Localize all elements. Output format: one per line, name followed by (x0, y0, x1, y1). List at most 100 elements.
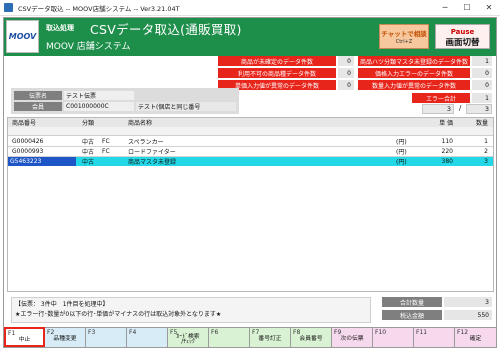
f5-card-search-button[interactable]: F5 ｶｰﾄﾞ検索 /ﾁｪｯｸ (168, 327, 209, 347)
stat-unusable-label: 利用不可の商品種データ件数 (218, 68, 336, 78)
page-total: 3 (466, 104, 492, 114)
cell-type: FC (102, 138, 110, 145)
fkey-label: ｶｰﾄﾞ検索 /ﾁｪｯｸ (176, 334, 200, 345)
fkey-number: F3 (88, 329, 96, 336)
cell-code: G0000426 (12, 138, 44, 145)
grid-header-row: 商品番号 分類 商品名称 単 価 数量 (8, 118, 493, 127)
column-header-code: 商品番号 (12, 120, 37, 127)
fkey-label: 会員番号 (299, 336, 323, 342)
table-row[interactable]: G0000426 中古 FC スペランカー (円) 110 1 (8, 137, 493, 146)
f11-button[interactable]: F11 (414, 327, 455, 347)
cell-price: 220 (441, 148, 453, 155)
status-message-line2: ★エラー行･数量が0以下の行･単価がマイナスの行は取込対象外となります★ (15, 311, 222, 318)
fkey-label: 次の伝票 (340, 336, 364, 342)
function-key-bar: F1 中止 F2 品種変更 F3 F4 F5 ｶｰﾄﾞ検索 /ﾁｪｯｸ F6 F… (4, 327, 496, 347)
cell-qty: 2 (484, 148, 488, 155)
app-window: MOOV 取込処理 CSVデータ取込(通販買取) MOOV 店舗システム チャッ… (3, 17, 497, 348)
chat-button-label: チャットで相談 (381, 30, 427, 38)
slip-name-field[interactable]: テスト伝票 (64, 91, 134, 100)
column-header-name: 商品名称 (128, 120, 153, 127)
fkey-number: F11 (416, 329, 428, 336)
page-current: 3 (422, 104, 454, 114)
total-amount-value: 550 (444, 310, 492, 320)
cell-name: スペランカー (128, 139, 164, 146)
cell-yen: (円) (396, 139, 407, 146)
cell-price: 110 (441, 138, 453, 145)
stat-unregistered-value: 1 (472, 56, 492, 66)
f4-button[interactable]: F4 (127, 327, 168, 347)
minimize-button[interactable]: ─ (434, 0, 456, 16)
fkey-number: F6 (211, 329, 219, 336)
fkey-number: F1 (8, 330, 16, 337)
fkey-number: F7 (252, 329, 260, 336)
cell-price: 380 (441, 158, 453, 165)
window-title: CSVデータ取込 -- MOOV店舗システム -- Ver3.21.04T (18, 4, 180, 13)
f6-button[interactable]: F6 (209, 327, 250, 347)
table-row-selected[interactable]: G5463223 中古 商品マスタ未登録 (円) 380 3 (8, 157, 493, 166)
fkey-label: 番号訂正 (258, 336, 282, 342)
fkey-label: 中止 (18, 337, 31, 343)
f2-change-category-button[interactable]: F2 品種変更 (45, 327, 86, 347)
status-message-line1: 【伝票： 3件中 1件目を処理中】 (15, 301, 109, 308)
page-separator: / (459, 104, 462, 112)
f7-number-correction-button[interactable]: F7 番号訂正 (250, 327, 291, 347)
status-message-box: 【伝票： 3件中 1件目を処理中】 ★エラー行･数量が0以下の行･単価がマイナス… (11, 297, 371, 323)
cell-yen: (円) (396, 149, 407, 156)
f10-button[interactable]: F10 (373, 327, 414, 347)
stat-price-error-value: 0 (472, 68, 492, 78)
pause-button-sub: 画面切替 (445, 38, 480, 48)
fkey-number: F10 (375, 329, 387, 336)
stat-price-error-label: 価格入力エラーのデータ件数 (358, 68, 470, 78)
app-icon (4, 3, 13, 12)
app-header: MOOV 取込処理 CSVデータ取込(通販買取) MOOV 店舗システム チャッ… (4, 18, 496, 56)
f9-next-slip-button[interactable]: F9 次の伝票 (332, 327, 373, 347)
f3-button[interactable]: F3 (86, 327, 127, 347)
cell-class: 中古 (82, 159, 95, 166)
item-grid[interactable]: 商品番号 分類 商品名称 単 価 数量 G0000426 中古 FC スペランカ… (7, 117, 494, 292)
cell-class: 中古 (82, 139, 95, 146)
cell-code[interactable]: G5463223 (8, 157, 76, 166)
pause-button-label: Pause (450, 28, 475, 36)
grid-subheader-row (8, 127, 493, 136)
stat-unconfirmed-value: 0 (338, 56, 354, 66)
section-label: 取込処理 (46, 24, 74, 32)
chat-button-shortcut: Ctrl+Z (395, 39, 413, 45)
slip-info-panel: 伝票名 テスト伝票 会員 C001000000C テスト(個店と同じ番号 (11, 88, 239, 114)
fkey-number: F2 (47, 329, 55, 336)
total-amount-label: 税込金額 (382, 310, 442, 320)
cell-name: ロードファイター (128, 149, 176, 156)
window-controls: ─ ☐ ✕ (434, 0, 500, 16)
member-label: 会員 (14, 102, 62, 111)
table-row[interactable]: G0000993 中古 FC ロードファイター (円) 220 2 (8, 147, 493, 156)
column-header-quantity: 数量 (475, 120, 488, 127)
member-code-field[interactable]: C001000000C (64, 102, 134, 111)
f1-cancel-button[interactable]: F1 中止 (4, 327, 45, 347)
close-button[interactable]: ✕ (478, 0, 500, 16)
fkey-label: 品種変更 (53, 336, 77, 342)
fkey-number: F12 (457, 329, 469, 336)
fkey-number: F4 (129, 329, 137, 336)
cell-type (100, 157, 102, 166)
screen-title: CSVデータ取込(通販買取) (90, 22, 242, 37)
error-total-value: 1 (472, 93, 492, 103)
total-quantity-value: 3 (444, 297, 492, 307)
stat-unconfirmed-label: 商品が未確定のデータ件数 (218, 56, 336, 66)
system-name: MOOV 店舗システム (46, 42, 131, 52)
cell-name: 商品マスタ未登録 (128, 159, 177, 166)
pause-switch-button[interactable]: Pause 画面切替 (435, 24, 490, 49)
cell-class: 中古 (82, 149, 95, 156)
stat-unusable-value: 0 (338, 68, 354, 78)
stat-quantity-value: 0 (472, 80, 492, 90)
member-name-field: テスト(個店と同じ番号 (136, 102, 236, 111)
chat-consult-button[interactable]: チャットで相談 Ctrl+Z (379, 24, 429, 49)
total-quantity-label: 合計数量 (382, 297, 442, 307)
column-header-category: 分類 (82, 120, 95, 127)
column-header-unit-price: 単 価 (439, 120, 453, 127)
fkey-number: F9 (334, 329, 342, 336)
cell-yen: (円) (396, 159, 407, 166)
maximize-button[interactable]: ☐ (456, 0, 478, 16)
f12-confirm-button[interactable]: F12 確定 (455, 327, 496, 347)
f8-member-number-button[interactable]: F8 会員番号 (291, 327, 332, 347)
window-titlebar: CSVデータ取込 -- MOOV店舗システム -- Ver3.21.04T ─ … (0, 0, 500, 16)
stat-quantity-label: 数量入力値が異常のデータ件数 (358, 80, 470, 90)
